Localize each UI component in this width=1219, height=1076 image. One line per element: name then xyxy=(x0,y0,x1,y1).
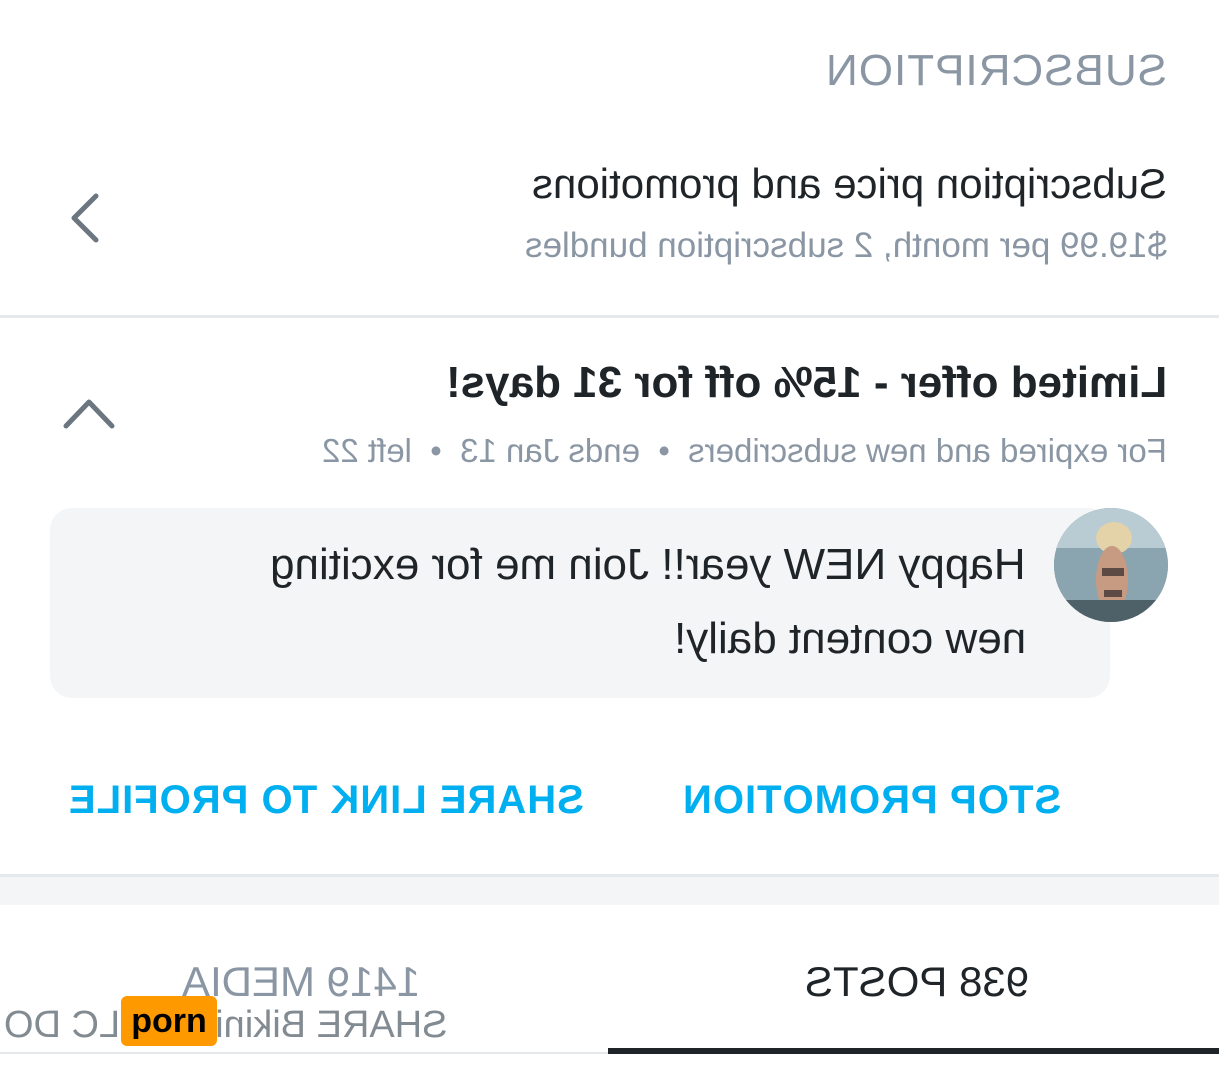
offer-meta: For expired and new subscribers • ends J… xyxy=(322,432,1167,469)
offer-title: Limited offer - 15% off for 31 days! xyxy=(445,358,1167,407)
promotion-message-line: Happy NEW year!! Join me for exciting xyxy=(270,540,1026,589)
stop-promotion-button[interactable]: STOP PROMOTION xyxy=(682,778,1061,823)
tab-posts[interactable]: 938 POSTS xyxy=(805,958,1029,1006)
promotion-message-box xyxy=(50,508,1110,698)
watermark-badge: porn xyxy=(121,996,217,1046)
divider xyxy=(0,315,1219,318)
tab-media[interactable]: 1419 MEDIA xyxy=(182,958,420,1006)
section-title: SUBSCRIPTION xyxy=(824,46,1167,95)
chevron-left-icon[interactable] xyxy=(62,190,112,246)
subscription-row-description: $19.99 per month, 2 subscription bundles xyxy=(524,226,1167,265)
section-gap xyxy=(0,877,1219,905)
subscription-row-title: Subscription price and promotions xyxy=(531,160,1167,207)
subscription-price-row[interactable] xyxy=(0,120,1219,316)
promotion-message-line: new content daily! xyxy=(673,614,1026,663)
chevron-up-icon[interactable] xyxy=(60,390,118,436)
active-tab-indicator xyxy=(608,1048,1219,1054)
watermark-text: SHARE Bikinibee LLC DO xyxy=(4,1004,448,1046)
avatar xyxy=(1054,508,1168,622)
share-profile-link-button[interactable]: SHARE LINK TO PROFILE xyxy=(68,778,584,823)
